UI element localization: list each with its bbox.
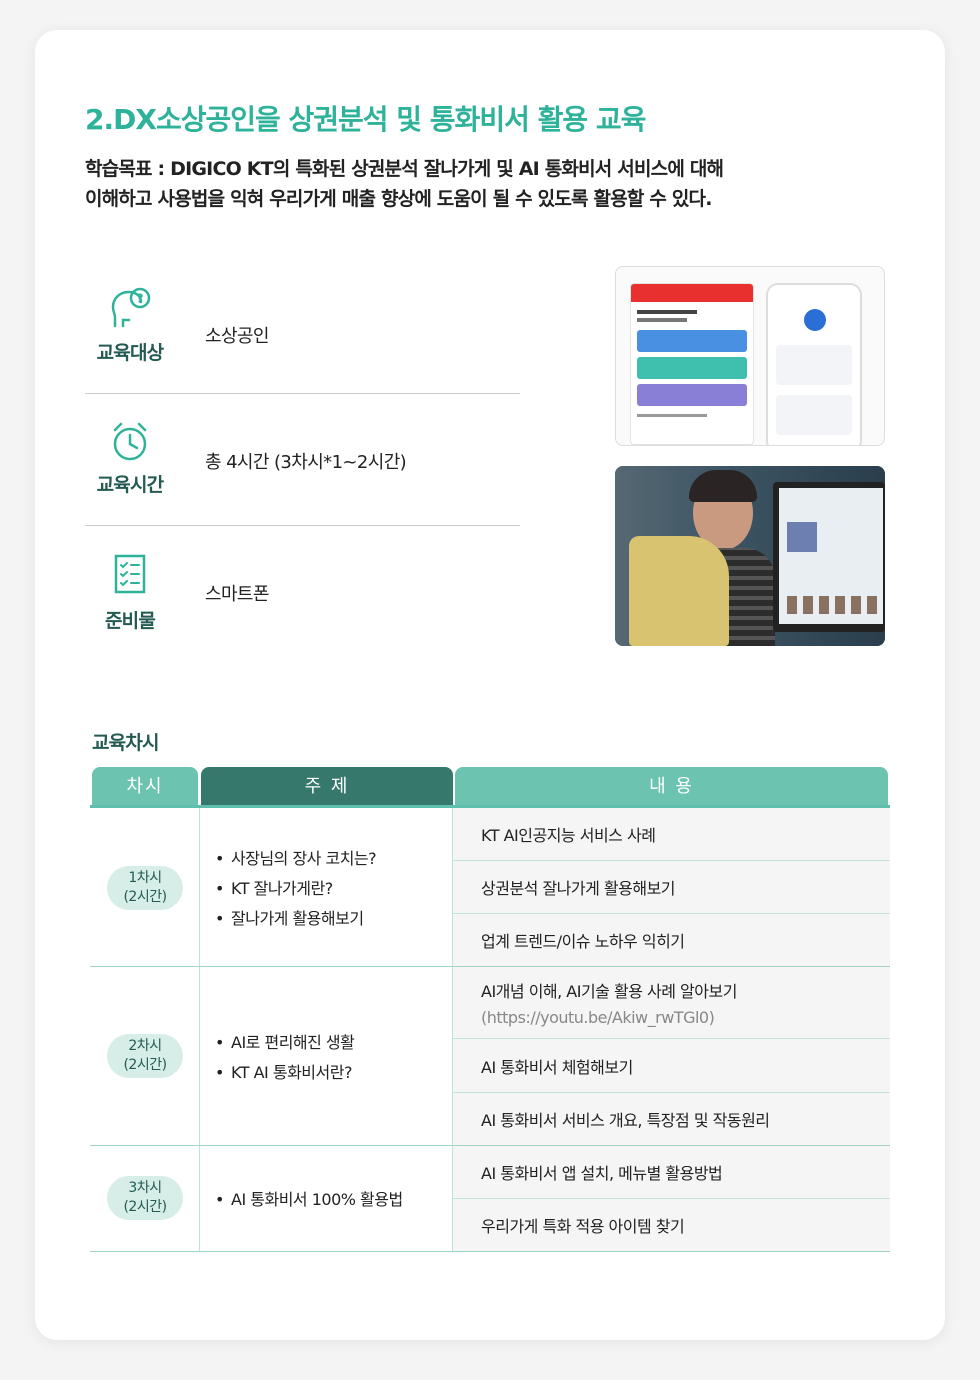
- table-header-content: 내 용: [455, 767, 888, 807]
- page-card: 2.DX소상공인을 상권분석 및 통화비서 활용 교육 학습목표 : DIGIC…: [35, 30, 945, 1340]
- content-item-text: AI개념 이해, AI기술 활용 사례 알아보기: [481, 982, 737, 1001]
- content-item: AI 통화비서 체험해보기: [453, 1039, 890, 1093]
- topic-list-2: AI로 편리해진 생활 KT AI 통화비서란?: [215, 1028, 355, 1088]
- session-badge-1: 1차시 (2시간): [107, 866, 183, 910]
- topic-list-3: AI 통화비서 100% 활용법: [215, 1185, 403, 1215]
- app-screenshot-image: [615, 266, 885, 446]
- info-row-target: ? 교육대상 소상공인: [85, 270, 520, 394]
- topic-item: 잘나가게 활용해보기: [215, 904, 376, 934]
- topic-item: KT 잘나가게란?: [215, 874, 376, 904]
- app-header-bar: [631, 284, 753, 302]
- content-item: 상권분석 잘나가게 활용해보기: [453, 861, 890, 914]
- checklist-icon: [114, 554, 146, 594]
- session-badge-2: 2차시 (2시간): [107, 1034, 183, 1078]
- info-row-materials: 준비물 스마트폰: [85, 526, 520, 650]
- content-item: AI개념 이해, AI기술 활용 사례 알아보기 (https://youtu.…: [453, 967, 890, 1039]
- content-item: KT AI인공지능 서비스 사례: [453, 808, 890, 861]
- topic-item: 사장님의 장사 코치는?: [215, 844, 377, 874]
- svg-text:?: ?: [137, 292, 144, 306]
- video-url-link[interactable]: (https://youtu.be/Akiw_rwTGl0): [481, 1008, 715, 1027]
- info-label-duration: 교육시간: [96, 474, 165, 496]
- table-header-session: 차시: [92, 767, 198, 807]
- learning-goal-line-2: 이해하고 사용법을 익혀 우리가게 매출 향상에 도움이 될 수 있도록 활용할…: [85, 188, 712, 210]
- page-title: 2.DX소상공인을 상권분석 및 통화비서 활용 교육: [85, 103, 646, 136]
- head-question-icon: ?: [111, 287, 151, 328]
- shop-owner-photo: [615, 466, 885, 646]
- content-item: AI 통화비서 앱 설치, 메뉴별 활용방법: [453, 1146, 890, 1199]
- info-label-materials: 준비물: [104, 610, 156, 632]
- topic-item: AI 통화비서 100% 활용법: [215, 1185, 403, 1215]
- topic-list-1: 사장님의 장사 코치는? KT 잘나가게란? 잘나가게 활용해보기: [215, 844, 377, 934]
- topic-item: KT AI 통화비서란?: [215, 1058, 354, 1088]
- content-item: 우리가게 특화 적용 아이템 찾기: [453, 1199, 890, 1252]
- alarm-clock-icon: [113, 422, 147, 461]
- app-phone-screen-1: [630, 283, 754, 445]
- learning-goal: 학습목표 : DIGICO KT의 특화된 상권분석 잘나가게 및 AI 통화비…: [85, 154, 724, 214]
- learning-goal-line-1: 학습목표 : DIGICO KT의 특화된 상권분석 잘나가게 및 AI 통화비…: [85, 158, 724, 180]
- info-label-target: 교육대상: [96, 342, 165, 364]
- info-value-materials: 스마트폰: [205, 584, 269, 605]
- info-value-duration: 총 4시간 (3차시*1~2시간): [205, 452, 407, 473]
- sessions-section-title: 교육차시: [92, 732, 160, 754]
- content-item: AI 통화비서 서비스 개요, 특장점 및 작동원리: [453, 1093, 890, 1146]
- table-header-topic: 주 제: [201, 767, 453, 807]
- info-row-duration: 교육시간 총 4시간 (3차시*1~2시간): [85, 394, 520, 526]
- session-badge-3: 3차시 (2시간): [107, 1176, 183, 1220]
- app-phone-screen-2: [766, 283, 862, 445]
- info-value-target: 소상공인: [205, 326, 269, 347]
- topic-item: AI로 편리해진 생활: [215, 1028, 355, 1058]
- table-divider: [199, 808, 200, 1251]
- row-divider: [90, 1251, 890, 1252]
- content-item: 업계 트렌드/이슈 노하우 익히기: [453, 914, 890, 967]
